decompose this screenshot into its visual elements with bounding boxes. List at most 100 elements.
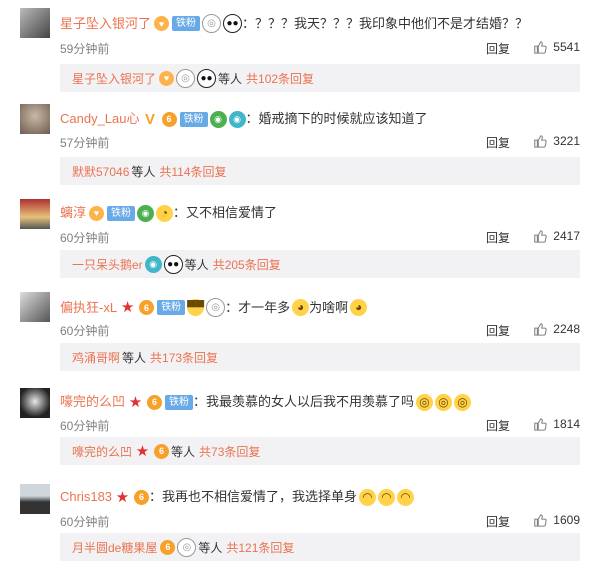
ring-icon: ◎: [206, 298, 226, 317]
sub-reply-summary[interactable]: 星子坠入银河了 ♥ ◎ ●● 等人 共102条回复: [60, 64, 580, 92]
avatar[interactable]: [20, 104, 50, 134]
sub-reply-user[interactable]: 鸡涌哥啊: [72, 349, 120, 366]
like-button[interactable]: 1814: [533, 417, 580, 431]
avatar[interactable]: [20, 484, 50, 514]
reply-button[interactable]: 回复: [486, 417, 510, 434]
comment-header: Candy_Lau心 V 6 铁粉 ◉ ◉ ：婚戒摘下的时候就应该知道了: [60, 110, 590, 128]
avatar[interactable]: [20, 8, 50, 38]
comment-text: ：婚戒摘下的时候就应该知道了: [245, 111, 428, 126]
comment-header: 嚎完的么凹 ★ 6 铁粉 ：我最羡慕的女人以后我不用羡慕了吗 ◎ ◎ ◎: [60, 393, 590, 411]
sub-reply-more-link[interactable]: 共205条回复: [213, 256, 281, 273]
comment-item: 偏执狂-xL ★ 6 铁粉 ▀▀ ◎ ：才一年多 ◕ 为啥啊 ◕ 60分钟前 回…: [0, 284, 600, 379]
thumbs-up-icon: [534, 41, 547, 54]
sub-reply-user[interactable]: 嚎完的么凹: [72, 443, 132, 460]
comment-text: ：？？？我天？？？我印象中他们不是才结婚？？: [242, 15, 529, 31]
timestamp: 60分钟前: [60, 515, 110, 529]
sub-reply-more-link[interactable]: 共73条回复: [199, 443, 260, 460]
sub-reply-summary[interactable]: 一只呆头鹅er ◉ ●● 等人 共205条回复: [60, 250, 580, 278]
panda-icon: ●●: [223, 14, 243, 33]
sub-reply-more-link[interactable]: 共121条回复: [226, 539, 294, 556]
like-button[interactable]: 5541: [533, 40, 580, 54]
comment-item: 螭淳 ♥ 铁粉 ◉ ◔ ：又不相信爱情了 60分钟前 回复 2417 一只呆头鹅…: [0, 189, 600, 284]
red-star-icon: ★: [128, 393, 143, 411]
sub-reply-user[interactable]: 星子坠入银河了: [72, 70, 156, 87]
sub-reply-summary[interactable]: 鸡涌哥啊 等人 共173条回复: [60, 343, 580, 371]
like-count: 2248: [553, 322, 580, 336]
sub-reply-more-link[interactable]: 共102条回复: [246, 70, 314, 87]
comment-header: Chris183 ★ 6 ：我再也不相信爱情了，我选择单身 ◠ ◠ ◠: [60, 488, 590, 506]
duck-icon: ◔: [156, 204, 174, 222]
username[interactable]: Candy_Lau心: [60, 110, 140, 128]
sub-reply-summary[interactable]: 默默57046 等人 共114条回复: [60, 157, 580, 185]
sub-reply-user[interactable]: 默默57046: [72, 163, 129, 180]
vip-icon: 6: [134, 489, 150, 505]
red-star-icon: ★: [135, 442, 150, 460]
comment-text: ：才一年多: [225, 299, 291, 315]
green-badge-icon: ◉: [209, 110, 227, 128]
camera-icon: ◉: [228, 110, 246, 128]
comment-item: 星子坠入银河了 ♥ 铁粉 ◎ ●● ：？？？我天？？？我印象中他们不是才结婚？？…: [0, 0, 600, 94]
username[interactable]: 嚎完的么凹: [60, 393, 125, 411]
thumbs-up-icon: [534, 418, 547, 431]
comment-item: 嚎完的么凹 ★ 6 铁粉 ：我最羡慕的女人以后我不用羡慕了吗 ◎ ◎ ◎ 60分…: [0, 379, 600, 474]
avatar[interactable]: [20, 199, 50, 229]
ring-icon: ◎: [202, 14, 222, 33]
panda-icon: ●●: [197, 68, 217, 88]
like-button[interactable]: 3221: [533, 134, 580, 148]
comment-header: 偏执狂-xL ★ 6 铁粉 ▀▀ ◎ ：才一年多 ◕ 为啥啊 ◕: [60, 298, 590, 317]
shocked-face-icon: ◎: [454, 393, 472, 411]
smile-face-icon: ◠: [378, 488, 396, 506]
username[interactable]: Chris183: [60, 488, 112, 506]
like-button[interactable]: 2248: [533, 322, 580, 336]
thumbs-up-icon: [534, 230, 547, 243]
sub-reply-text: 等人: [171, 444, 196, 459]
verified-v-icon: V: [144, 110, 155, 128]
like-button[interactable]: 2417: [533, 229, 580, 243]
username[interactable]: 螭淳: [60, 204, 86, 222]
like-button[interactable]: 1609: [533, 513, 580, 527]
reply-button[interactable]: 回复: [486, 513, 510, 530]
sub-reply-user[interactable]: 月半圆de糖果屋: [72, 539, 157, 556]
thumbs-up-icon: [534, 323, 547, 336]
vip-icon: 6: [161, 111, 177, 127]
reply-button[interactable]: 回复: [486, 229, 510, 246]
avatar[interactable]: [20, 388, 50, 418]
ring-icon: ◎: [177, 537, 197, 557]
sub-reply-summary[interactable]: 嚎完的么凹 ★ 6 等人 共73条回复: [60, 437, 580, 465]
panda-icon: ●●: [163, 254, 183, 274]
comment-header: 星子坠入银河了 ♥ 铁粉 ◎ ●● ：？？？我天？？？我印象中他们不是才结婚？？: [60, 14, 590, 33]
username[interactable]: 星子坠入银河了: [60, 15, 151, 33]
fan-level-icon: ♥: [89, 205, 105, 221]
like-count: 1814: [553, 417, 580, 431]
sub-reply-summary[interactable]: 月半圆de糖果屋 6 ◎ 等人 共121条回复: [60, 533, 580, 561]
timestamp: 60分钟前: [60, 231, 110, 245]
fan-badge[interactable]: 铁粉: [179, 111, 208, 127]
fan-badge[interactable]: 铁粉: [165, 394, 194, 410]
camera-icon: ◉: [144, 255, 162, 273]
shocked-face-icon: ◎: [416, 393, 434, 411]
reply-button[interactable]: 回复: [486, 40, 510, 57]
sub-reply-user[interactable]: 一只呆头鹅er: [72, 256, 143, 273]
confused-face-icon: ◕: [292, 299, 310, 316]
comment-item: Chris183 ★ 6 ：我再也不相信爱情了，我选择单身 ◠ ◠ ◠ 60分钟…: [0, 474, 600, 570]
fan-badge[interactable]: 铁粉: [157, 300, 186, 315]
comment-item: Candy_Lau心 V 6 铁粉 ◉ ◉ ：婚戒摘下的时候就应该知道了 57分…: [0, 94, 600, 189]
reply-button[interactable]: 回复: [486, 322, 510, 339]
fan-badge[interactable]: 铁粉: [172, 16, 201, 31]
sub-reply-more-link[interactable]: 共173条回复: [150, 349, 218, 366]
like-count: 3221: [553, 134, 580, 148]
thumbs-up-icon: [534, 135, 547, 148]
thumbs-up-icon: [534, 514, 547, 527]
comment-text-continued: 为啥啊: [309, 299, 349, 315]
smile-face-icon: ◠: [359, 488, 377, 506]
sub-reply-more-link[interactable]: 共114条回复: [159, 163, 226, 180]
smile-face-icon: ◠: [397, 488, 415, 506]
fan-level-icon: ♥: [159, 70, 175, 86]
fan-badge[interactable]: 铁粉: [107, 205, 136, 221]
sub-reply-text: 等人: [218, 71, 243, 86]
reply-button[interactable]: 回复: [486, 134, 510, 151]
username[interactable]: 偏执狂-xL: [60, 299, 117, 317]
like-count: 1609: [553, 513, 580, 527]
avatar[interactable]: [20, 292, 50, 322]
timestamp: 60分钟前: [60, 324, 110, 338]
